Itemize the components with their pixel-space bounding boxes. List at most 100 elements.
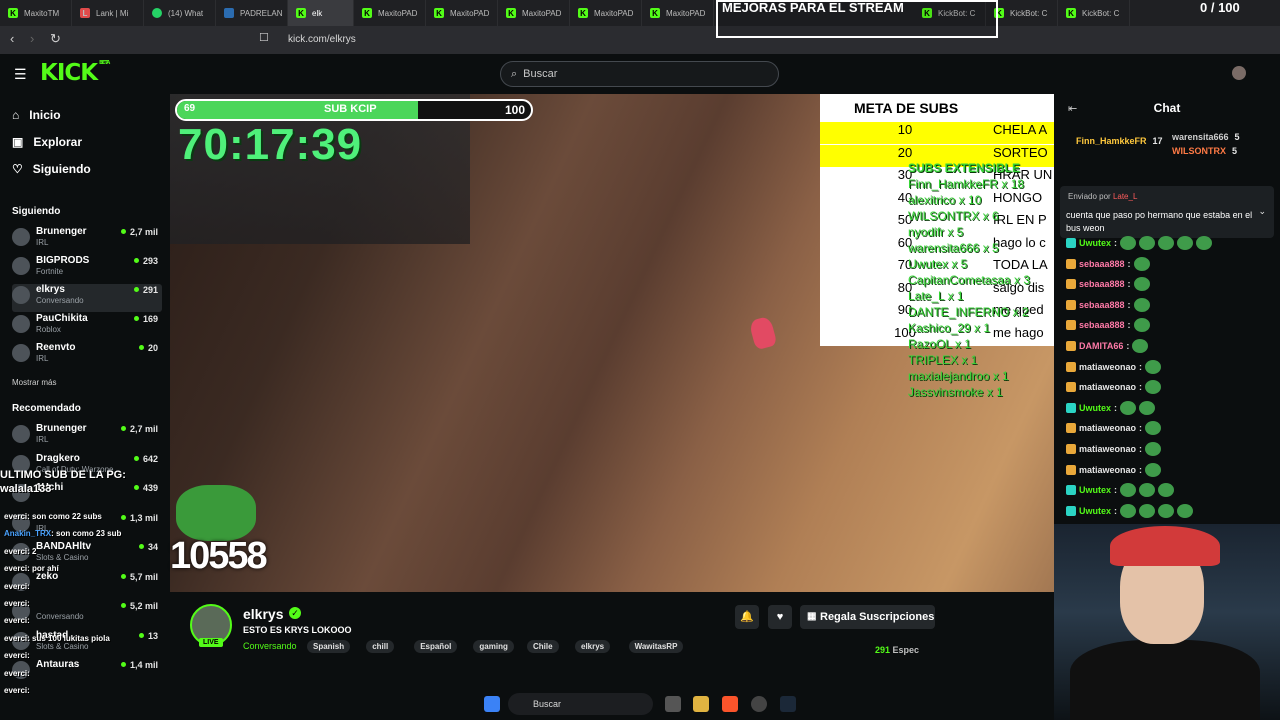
- tab-label: MaxitoPAD: [666, 8, 706, 18]
- overlay-chat-user: everci: [4, 668, 28, 678]
- browser-tab[interactable]: K MaxitoTM: [0, 0, 72, 26]
- obs-icon[interactable]: [751, 696, 767, 712]
- chat-message: DAMITA66:: [1066, 339, 1149, 353]
- chat-colon: :: [1126, 341, 1130, 351]
- pinned-message[interactable]: Enviado por Late_L cuenta que paso po he…: [1060, 186, 1274, 238]
- menu-icon[interactable]: ☰: [14, 66, 27, 83]
- stream-tag[interactable]: Español: [414, 640, 458, 653]
- stream-tag[interactable]: WawitasRP: [628, 640, 684, 653]
- subs-goal-header: META DE SUBS: [854, 100, 959, 116]
- subs-list-entry: Kashico_29 x 1: [908, 321, 991, 335]
- url-text[interactable]: kick.com/elkrys: [288, 34, 356, 45]
- channel-name[interactable]: elkrys: [243, 606, 283, 622]
- overlay-chat-line: everci: sus 100 lukitas piola: [4, 634, 110, 643]
- sidebar-channel[interactable]: Reenvto IRL 20: [12, 342, 162, 370]
- chat-leader[interactable]: Finn_HamkkeFR 17: [1076, 136, 1163, 146]
- taskbar-search[interactable]: Buscar: [508, 693, 653, 715]
- chat-colon: :: [1127, 299, 1131, 310]
- stream-tag[interactable]: Spanish: [307, 640, 351, 653]
- browser-tab-strip: K MaxitoTM L Lank | Mi (14) What PADRELAN Kelk…: [0, 0, 1280, 26]
- chat-username[interactable]: matiaweonao: [1079, 382, 1136, 392]
- subs-list-entry: CapitanCometasaa x 3: [908, 273, 1031, 287]
- steam-icon[interactable]: [780, 696, 796, 712]
- sidebar-channel[interactable]: Conversando 5,2 mil: [12, 600, 162, 628]
- pepe-emote-icon: [1133, 277, 1150, 292]
- chat-message: Uwutex:: [1066, 400, 1156, 415]
- reload-icon[interactable]: ↻: [50, 31, 61, 47]
- stream-tag[interactable]: elkrys: [575, 640, 611, 653]
- tab-label: (14) What: [168, 8, 204, 18]
- bookmark-icon[interactable]: ☐: [259, 31, 269, 44]
- chat-username[interactable]: Uwutex: [1079, 238, 1111, 248]
- chat-message: matiaweonao:: [1066, 462, 1162, 477]
- chat-username[interactable]: sebaaa888: [1079, 300, 1125, 310]
- follow-heart-button[interactable]: ♥: [768, 605, 792, 629]
- badge-icon: [1066, 505, 1076, 516]
- search-input[interactable]: ⌕ Buscar: [500, 61, 779, 87]
- chat-username[interactable]: Uwutex: [1079, 485, 1111, 495]
- browser-tab[interactable]: (14) What: [144, 0, 216, 26]
- badge-icon: [1066, 402, 1076, 413]
- chat-username[interactable]: Uwutex: [1079, 403, 1111, 413]
- sidebar-nav-inicio[interactable]: ⌂ Inicio: [12, 108, 61, 122]
- browser-tab[interactable]: K MaxitoPAD: [354, 0, 426, 26]
- sidebar-channel[interactable]: Antauras 1,4 mil: [12, 659, 162, 687]
- chat-username[interactable]: sebaaa888: [1079, 320, 1125, 330]
- browser-tab[interactable]: Kelk: [288, 0, 354, 26]
- windows-start-icon[interactable]: [484, 696, 500, 712]
- whatsapp-icon: [152, 8, 162, 18]
- browser-tab[interactable]: K MaxitoPAD: [498, 0, 570, 26]
- chat-leader[interactable]: WILSONTRX 5: [1172, 146, 1237, 156]
- kick-logo[interactable]: KICK BETA: [40, 60, 110, 86]
- tab-label: KickBot: C: [1082, 8, 1120, 18]
- chat-username[interactable]: matiaweonao: [1079, 444, 1136, 454]
- stream-tag[interactable]: gaming: [473, 640, 514, 653]
- tab-label: elk: [312, 8, 323, 18]
- browser-tab[interactable]: K MaxitoPAD: [642, 0, 714, 26]
- chat-username[interactable]: sebaaa888: [1079, 259, 1125, 269]
- chat-username[interactable]: Uwutex: [1079, 506, 1111, 516]
- browser-tab[interactable]: K KickBot: C: [1058, 0, 1130, 26]
- stream-category[interactable]: Conversando: [243, 641, 297, 651]
- show-more-link[interactable]: Mostrar más: [12, 378, 56, 387]
- subs-goal-reward: SORTEO: [993, 144, 1048, 160]
- brave-browser-icon[interactable]: [722, 696, 738, 712]
- overlay-chat-sep: :: [27, 686, 30, 695]
- badge-icon: [1066, 320, 1076, 331]
- gift-subs-button[interactable]: Regala Suscripciones ▦: [800, 605, 935, 629]
- chat-username[interactable]: matiaweonao: [1079, 362, 1136, 372]
- sidebar-channel[interactable]: Brunenger IRL 2,7 mil: [12, 423, 162, 451]
- task-view-icon[interactable]: [665, 696, 681, 712]
- overlay-chat-sep: :: [27, 581, 30, 591]
- file-explorer-icon[interactable]: [693, 696, 709, 712]
- chat-username[interactable]: matiaweonao: [1079, 423, 1136, 433]
- badge-icon: [1066, 341, 1076, 351]
- overlay-title: MEJORAS PARA EL STREAM: [722, 0, 904, 15]
- chat-username[interactable]: matiaweonao: [1079, 465, 1136, 475]
- overlay-chat-user: everci: [4, 616, 28, 626]
- back-icon[interactable]: ‹: [10, 31, 14, 46]
- browser-tab[interactable]: PADRELAN: [216, 0, 288, 26]
- pinned-by: Enviado por Late_L: [1068, 192, 1138, 201]
- stream-tag[interactable]: chill: [366, 640, 395, 653]
- sidebar-channel[interactable]: Brunenger IRL 2,7 mil: [12, 226, 162, 254]
- chevron-down-icon[interactable]: ⌄: [1258, 206, 1266, 217]
- pepe-emote-icon: [1139, 483, 1156, 498]
- chat-username[interactable]: DAMITA66: [1079, 341, 1123, 351]
- sidebar-channel[interactable]: elkrys Conversando 291: [12, 284, 162, 312]
- sidebar-channel[interactable]: PauChikita Roblox 169: [12, 313, 162, 341]
- browser-tab[interactable]: K MaxitoPAD: [426, 0, 498, 26]
- notification-bell-button[interactable]: 🔔: [735, 605, 759, 629]
- sidebar-channel[interactable]: BIGPRODS Fortnite 293: [12, 255, 162, 283]
- browser-tab[interactable]: L Lank | Mi: [72, 0, 144, 26]
- chat-leader[interactable]: warensita666 5: [1172, 132, 1240, 142]
- sidebar-nav-label: Siguiendo: [32, 162, 91, 176]
- chat-username[interactable]: sebaaa888: [1079, 279, 1125, 289]
- stream-tag[interactable]: Chile: [527, 640, 559, 653]
- user-avatar[interactable]: [1232, 66, 1246, 80]
- browser-tab[interactable]: K MaxitoPAD: [570, 0, 642, 26]
- forward-icon[interactable]: ›: [30, 31, 34, 46]
- sidebar-nav-explorar[interactable]: ▣ Explorar: [12, 135, 82, 149]
- sidebar-nav-siguiendo[interactable]: ♡ Siguiendo: [12, 162, 91, 176]
- sidebar-channel[interactable]: zeko 5,7 mil: [12, 571, 162, 599]
